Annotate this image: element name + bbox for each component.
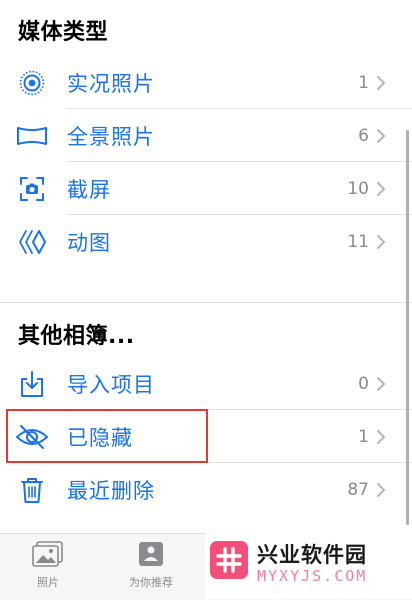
chevron-right-icon [374,128,388,143]
photos-icon [32,541,63,567]
album-row-live-photos[interactable]: 实况照片 1 [0,56,412,109]
album-label: 全景照片 [67,124,155,149]
album-count: 1 [358,426,369,447]
tab-photos[interactable]: 照片 [3,540,93,590]
album-label: 截屏 [67,177,111,202]
section-title-other-albums: 其他相簿... [18,324,135,349]
album-row-panoramas[interactable]: 全景照片 6 [0,109,412,162]
for-you-icon [139,542,163,566]
album-row-animated[interactable]: 动图 11 [0,215,412,268]
watermark-url: MYXYJS.COM [257,567,368,585]
watermark-title: 兴业软件园 [257,543,367,567]
album-count: 11 [347,231,369,252]
album-row-imports[interactable]: 导入项目 0 [0,357,412,410]
album-count: 1 [358,72,369,93]
album-row-recently-deleted[interactable]: 最近删除 87 [0,463,412,516]
chevron-right-icon [374,181,388,196]
trash-icon [14,472,50,508]
album-count: 6 [358,125,369,146]
album-label: 导入项目 [67,372,155,397]
album-label: 最近删除 [67,478,155,503]
album-count: 0 [358,373,369,394]
animated-icon [14,224,50,260]
album-row-screenshots[interactable]: 截屏 10 [0,162,412,215]
chevron-right-icon [374,234,388,249]
album-count: 87 [347,479,369,500]
tab-label: 为你推荐 [129,576,173,589]
screenshot-icon [14,171,50,207]
album-count: 10 [347,178,369,199]
panorama-icon [14,118,50,154]
section-title-media-types: 媒体类型 [18,20,109,45]
album-label: 动图 [67,230,111,255]
section-divider [0,302,412,303]
chevron-right-icon [374,429,388,444]
live-photo-icon [14,65,50,101]
import-icon [14,366,50,402]
tab-for-you[interactable]: 为你推荐 [106,540,196,590]
album-label: 实况照片 [67,71,155,96]
chevron-right-icon [374,75,388,90]
scrollbar[interactable] [406,130,409,525]
tab-label: 照片 [37,576,59,589]
watermark: 兴业软件园 MYXYJS.COM [205,533,412,599]
highlight-box [6,409,208,463]
chevron-right-icon [374,376,388,391]
watermark-logo-icon [210,541,248,579]
chevron-right-icon [374,482,388,497]
